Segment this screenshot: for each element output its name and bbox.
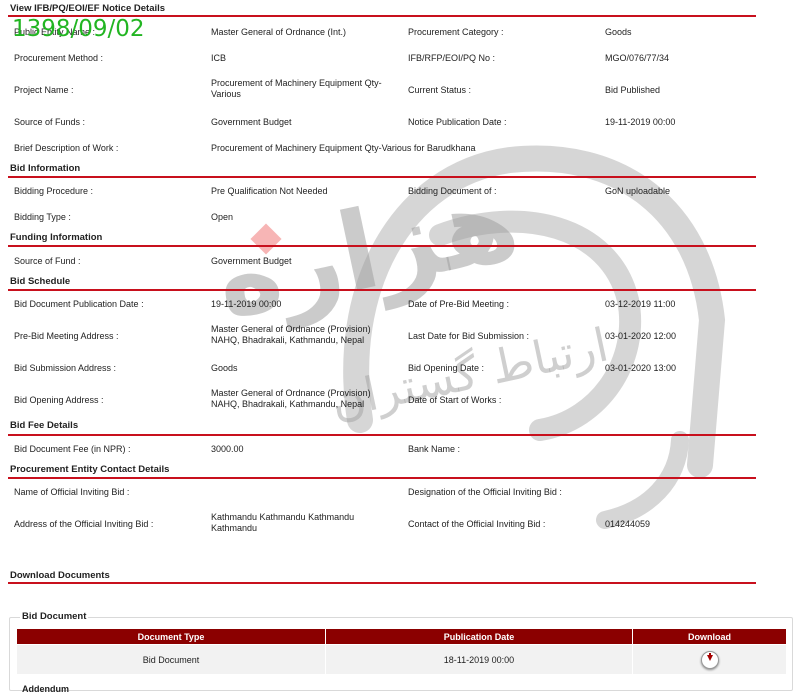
- field-value: ICB: [211, 53, 227, 63]
- field-value: GoN uploadable: [605, 186, 671, 196]
- table-header-row: Document Type Publication Date Download: [17, 629, 786, 644]
- field-label: Bidding Type :: [14, 212, 71, 222]
- field-value: Procurement of Machinery Equipment Qty-V…: [211, 143, 476, 153]
- field-value: Goods: [605, 27, 632, 37]
- field-value: 3000.00: [211, 444, 244, 454]
- field-label: Bid Opening Address :: [14, 395, 104, 405]
- field-label: Bidding Document of :: [408, 186, 497, 196]
- field-value: Procurement of Machinery Equipment Qty-V…: [211, 78, 382, 99]
- field-label: Project Name :: [14, 85, 74, 95]
- section-title-bid-schedule: Bid Schedule: [10, 276, 71, 287]
- section-divider: [8, 245, 756, 247]
- table-row: Bid Document 18-11-2019 00:00: [17, 645, 786, 674]
- field-label: Bid Opening Date :: [408, 363, 485, 373]
- publication-date-cell: 18-11-2019 00:00: [326, 645, 632, 674]
- field-value: 014244059: [605, 519, 651, 529]
- field-value: 03-01-2020 12:00: [605, 331, 677, 341]
- column-header-publication-date: Publication Date: [326, 629, 632, 644]
- field-value: Open: [211, 212, 234, 222]
- bid-document-panel-title: Bid Document: [20, 611, 89, 622]
- field-value: Master General of Ordnance (Provision) N…: [211, 324, 371, 345]
- field-value: 03-12-2019 11:00: [605, 299, 676, 309]
- field-value: 03-01-2020 13:00: [605, 363, 677, 373]
- section-title-download-documents: Download Documents: [10, 570, 110, 581]
- download-icon[interactable]: [700, 650, 719, 669]
- field-label: Contact of the Official Inviting Bid :: [408, 519, 546, 529]
- field-label: Date of Start of Works :: [408, 395, 502, 405]
- field-label: Date of Pre-Bid Meeting :: [408, 299, 510, 309]
- field-value: Master General of Ordnance (Int.): [211, 27, 347, 37]
- field-value: Goods: [211, 363, 238, 373]
- section-divider: [8, 477, 756, 479]
- section-title-funding-information: Funding Information: [10, 232, 103, 243]
- field-label: Source of Fund :: [14, 256, 81, 266]
- field-value: 19-11-2019 00:00: [211, 299, 282, 309]
- field-label: Procurement Category :: [408, 27, 504, 37]
- date-stamp: 1398/09/02: [12, 16, 145, 42]
- section-title-bid-fee-details: Bid Fee Details: [10, 420, 79, 431]
- field-label: Current Status :: [408, 85, 472, 95]
- section-divider: [8, 289, 756, 291]
- field-value: MGO/076/77/34: [605, 53, 670, 63]
- column-header-document-type: Document Type: [17, 629, 325, 644]
- field-value: Government Budget: [211, 256, 292, 266]
- field-value: Pre Qualification Not Needed: [211, 186, 328, 196]
- field-label: Pre-Bid Meeting Address :: [14, 331, 119, 341]
- notice-details-page: 1398/09/02 View IFB/PQ/EOI/EF Notice Det…: [0, 0, 800, 694]
- documents-table: Document Type Publication Date Download …: [16, 628, 787, 675]
- field-label: Bid Document Publication Date :: [14, 299, 144, 309]
- field-label: IFB/RFP/EOI/PQ No :: [408, 53, 496, 63]
- field-value: Master General of Ordnance (Provision) N…: [211, 388, 371, 409]
- section-divider: [8, 582, 756, 584]
- field-label: Bank Name :: [408, 444, 461, 454]
- field-label: Last Date for Bid Submission :: [408, 331, 530, 341]
- field-value: Bid Published: [605, 85, 661, 95]
- field-label: Designation of the Official Inviting Bid…: [408, 487, 562, 497]
- field-label: Brief Description of Work :: [14, 143, 119, 153]
- section-title-addendum: Addendum: [22, 684, 69, 694]
- field-label: Notice Publication Date :: [408, 117, 507, 127]
- column-header-download: Download: [633, 629, 786, 644]
- section-title-notice: View IFB/PQ/EOI/EF Notice Details: [10, 3, 166, 14]
- field-value: 19-11-2019 00:00: [605, 117, 676, 127]
- section-title-contact-details: Procurement Entity Contact Details: [10, 464, 170, 475]
- field-label: Bidding Procedure :: [14, 186, 94, 196]
- field-value: Kathmandu Kathmandu Kathmandu Kathmandu: [211, 512, 355, 533]
- download-cell: [633, 645, 786, 674]
- section-title-bid-information: Bid Information: [10, 163, 81, 174]
- field-label: Source of Funds :: [14, 117, 86, 127]
- field-label: Address of the Official Inviting Bid :: [14, 519, 154, 529]
- field-value: Government Budget: [211, 117, 292, 127]
- field-label: Name of Official Inviting Bid :: [14, 487, 130, 497]
- field-label: Bid Document Fee (in NPR) :: [14, 444, 131, 454]
- field-label: Bid Submission Address :: [14, 363, 117, 373]
- document-type-cell: Bid Document: [17, 645, 325, 674]
- section-divider: [8, 176, 756, 178]
- field-label: Procurement Method :: [14, 53, 104, 63]
- section-divider: [8, 434, 756, 436]
